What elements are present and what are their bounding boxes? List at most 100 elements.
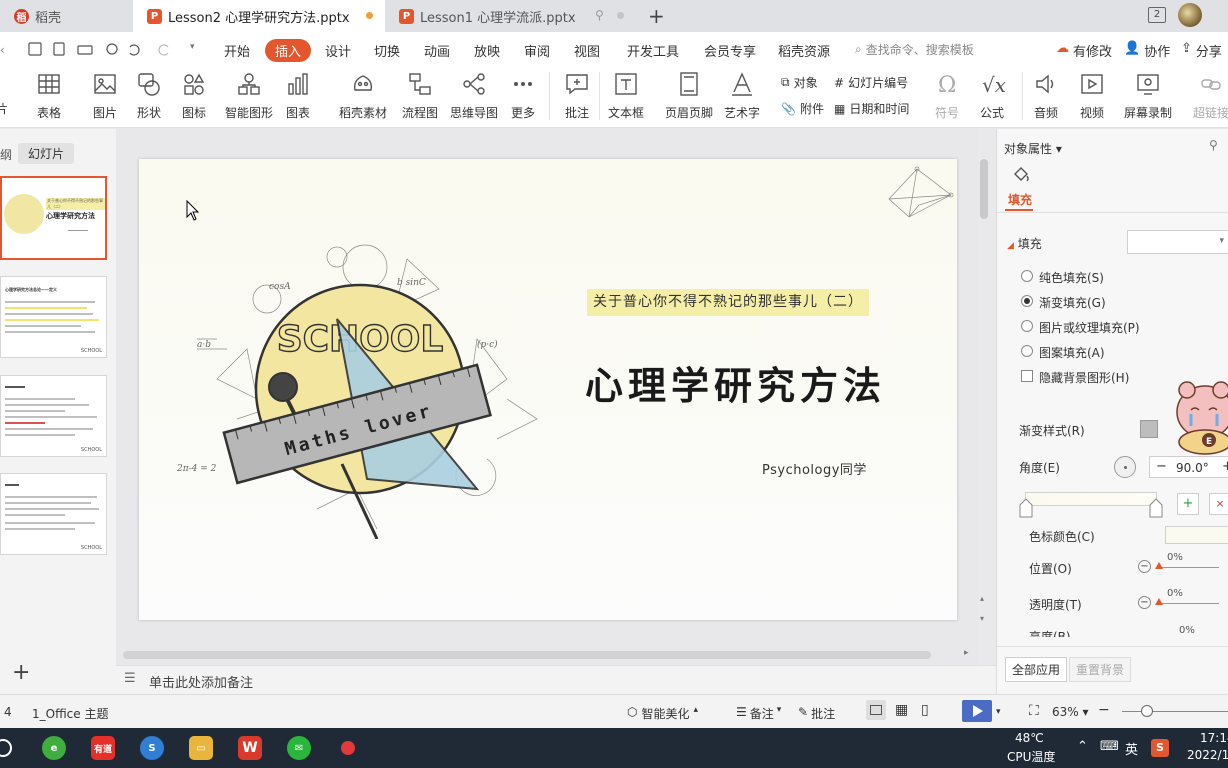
horizontal-scrollbar-thumb[interactable]: [123, 651, 931, 659]
textbox-button[interactable]: 文本框: [608, 70, 644, 121]
grid-view-icon[interactable]: ▦: [895, 702, 908, 718]
tab-close-dot-icon[interactable]: [617, 12, 624, 19]
qat-dropdown-icon[interactable]: ▾: [190, 42, 195, 52]
fill-tab[interactable]: 填充: [1008, 191, 1032, 208]
comment-button[interactable]: 批注: [563, 70, 591, 121]
slide-tag-label[interactable]: 关于普心你不得不熟记的那些事儿（二）: [587, 289, 869, 316]
zoom-out-icon[interactable]: −: [1098, 702, 1110, 718]
command-search[interactable]: ⌕ 查找命令、搜索模板: [855, 41, 974, 58]
reading-view-icon[interactable]: ▯: [921, 702, 929, 718]
slide-title[interactable]: 心理学研究方法: [585, 355, 886, 410]
ime-language[interactable]: 英: [1125, 739, 1138, 758]
add-stop-icon[interactable]: +: [1177, 493, 1199, 515]
zoom-level[interactable]: 63% ▾: [1052, 705, 1089, 719]
delete-stop-icon[interactable]: ×: [1209, 493, 1228, 515]
slide-thumbnail-3[interactable]: SCHOOL: [0, 375, 107, 457]
icon-button[interactable]: 图标: [180, 70, 208, 121]
video-button[interactable]: 视频: [1078, 70, 1106, 121]
attachment-button[interactable]: 📎 附件: [781, 100, 824, 117]
position-slider-thumb[interactable]: [1155, 562, 1163, 569]
menu-member[interactable]: 会员专享: [704, 41, 756, 60]
chevron-left-icon[interactable]: ‹: [0, 43, 5, 57]
angle-dial[interactable]: [1114, 456, 1136, 478]
smart-beautify-button[interactable]: ⬡ 智能美化 ▴: [627, 705, 698, 722]
wechat-icon[interactable]: ✉: [287, 736, 311, 760]
radio-pattern-fill[interactable]: [1021, 345, 1033, 357]
fill-preset-dropdown[interactable]: ▾: [1127, 230, 1228, 254]
slide-author[interactable]: Psychology同学: [762, 459, 867, 478]
ribbon-cut-item[interactable]: 片: [0, 100, 8, 117]
tab-lesson2[interactable]: P Lesson2 心理学研究方法.pptx: [133, 0, 385, 32]
gradient-style-swatch[interactable]: [1140, 420, 1158, 438]
collab-button[interactable]: 👤 协作: [1124, 41, 1170, 60]
fill-bucket-icon[interactable]: [1011, 164, 1031, 184]
menu-design[interactable]: 设计: [325, 41, 351, 60]
fit-window-icon[interactable]: ⛶: [1029, 703, 1039, 719]
menu-view[interactable]: 视图: [574, 41, 600, 60]
pattern-fill-label[interactable]: 图案填充(A): [1039, 344, 1105, 361]
table-button[interactable]: 表格: [35, 70, 63, 121]
docer-material-button[interactable]: 稻壳素材: [339, 70, 387, 121]
radio-picture-fill[interactable]: [1021, 320, 1033, 332]
slide-thumbnail-2[interactable]: 心理学研究方法总论——定义 SCHOOL: [0, 276, 107, 358]
add-slide-button[interactable]: +: [12, 662, 30, 684]
slide-thumbnail-4[interactable]: SCHOOL: [0, 473, 107, 555]
zoom-slider-track[interactable]: [1122, 711, 1228, 712]
menu-animation[interactable]: 动画: [424, 41, 450, 60]
scroll-up-icon[interactable]: ▴: [980, 594, 984, 603]
menu-insert[interactable]: 插入: [265, 39, 312, 62]
more-button[interactable]: 更多: [509, 70, 537, 121]
play-slideshow-button[interactable]: [962, 700, 992, 722]
zoom-slider-thumb[interactable]: [1141, 705, 1153, 717]
comment-toggle-button[interactable]: ✎ 批注: [798, 705, 835, 722]
smart-graphic-button[interactable]: 智能图形: [225, 70, 273, 121]
notes-toggle-button[interactable]: ☰ 备注 ▾: [736, 705, 781, 722]
sogou-ime-icon[interactable]: S: [1151, 739, 1169, 757]
fill-section-header[interactable]: ◢ 填充: [1007, 235, 1042, 252]
vertical-scrollbar-thumb[interactable]: [980, 159, 988, 219]
tab-docer[interactable]: 稻 稻壳: [0, 0, 133, 32]
reset-bg-button[interactable]: 重置背景: [1069, 657, 1132, 682]
menu-developer[interactable]: 开发工具: [627, 41, 679, 60]
slide-number-button[interactable]: # 幻灯片编号: [834, 74, 908, 91]
youdao-icon[interactable]: 有道: [91, 736, 115, 760]
menu-slideshow[interactable]: 放映: [474, 41, 500, 60]
search-taskbar-icon[interactable]: [0, 739, 12, 757]
notes-placeholder[interactable]: 单击此处添加备注: [149, 672, 253, 691]
hyperlink-button[interactable]: 超链接: [1193, 70, 1228, 121]
symbol-button[interactable]: Ω 符号: [933, 70, 961, 121]
scroll-right-icon[interactable]: ▸: [964, 648, 969, 658]
wordart-button[interactable]: 艺术字: [724, 70, 760, 121]
angle-value[interactable]: 90.0°: [1176, 461, 1209, 475]
picture-button[interactable]: 图片: [91, 70, 119, 121]
transparency-slider-thumb[interactable]: [1155, 598, 1163, 605]
normal-view-icon[interactable]: [866, 700, 886, 720]
transparency-slider-track[interactable]: [1157, 603, 1219, 604]
hide-bg-label[interactable]: 隐藏背景图形(H): [1039, 369, 1129, 386]
gradient-stop-right[interactable]: [1149, 498, 1163, 518]
radio-gradient-fill[interactable]: [1021, 295, 1033, 307]
menu-start[interactable]: 开始: [224, 41, 250, 60]
shape-button[interactable]: 形状: [135, 70, 163, 121]
notes-bar[interactable]: ☰ 单击此处添加备注: [116, 665, 996, 694]
picture-fill-label[interactable]: 图片或纹理填充(P): [1039, 319, 1140, 336]
changes-button[interactable]: ☁ 有修改: [1056, 41, 1112, 60]
pin-panel-icon[interactable]: ⚲: [1209, 138, 1218, 152]
scroll-down-icon[interactable]: ▾: [980, 614, 984, 623]
position-slider-track[interactable]: [1157, 567, 1219, 568]
tab-slides[interactable]: 幻灯片: [18, 143, 75, 164]
header-footer-button[interactable]: 页眉页脚: [665, 70, 713, 121]
gradient-stop-left[interactable]: [1019, 498, 1033, 518]
clock-date[interactable]: 2022/1,: [1187, 748, 1228, 762]
theme-name[interactable]: 1_Office 主题: [32, 705, 108, 722]
screen-record-button[interactable]: 屏幕录制: [1124, 70, 1172, 121]
menu-review[interactable]: 审阅: [524, 41, 550, 60]
tab-lesson1[interactable]: P Lesson1 心理学流派.pptx ⚲: [385, 0, 637, 32]
play-dropdown-icon[interactable]: ▾: [996, 707, 1001, 717]
menu-transition[interactable]: 切换: [374, 41, 400, 60]
browser-icon[interactable]: e: [42, 736, 66, 760]
record-icon[interactable]: [336, 736, 360, 760]
window-count-badge[interactable]: 2: [1148, 7, 1166, 23]
audio-button[interactable]: 音频: [1032, 70, 1060, 121]
pin-icon[interactable]: ⚲: [595, 8, 604, 22]
